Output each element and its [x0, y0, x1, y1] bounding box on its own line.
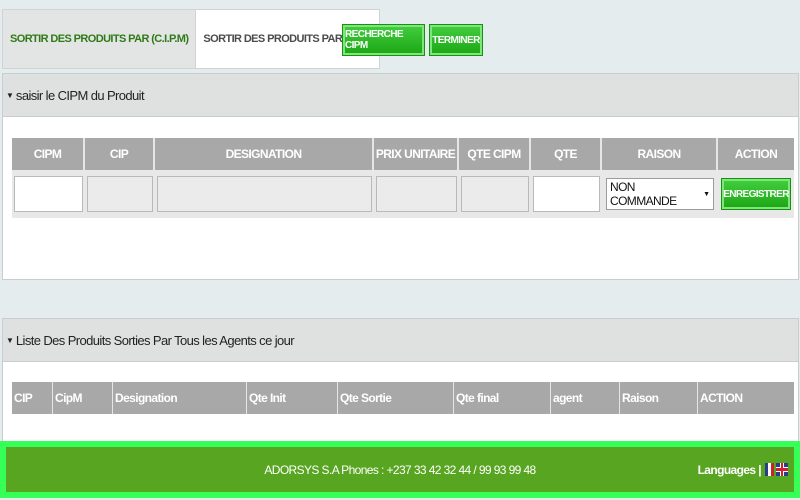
- col-raison: Raison: [620, 382, 698, 414]
- saisie-table: CIPM CIP DESIGNATION PRIX UNITAIRE QTE C…: [12, 138, 794, 218]
- qte-input[interactable]: [533, 176, 600, 212]
- saisie-input-row: NON COMMANDE ▼ ENREGISTRER: [12, 170, 794, 218]
- prix-unitaire-field: [376, 176, 457, 212]
- col-action: ACTION: [700, 391, 743, 405]
- footer: ADORSYS S.A Phones : +237 33 42 32 44 / …: [0, 441, 800, 498]
- col-agent: agent: [551, 382, 620, 414]
- col-qte-init: Qte Init: [247, 382, 338, 414]
- liste-panel: ▼ Liste Des Produits Sorties Par Tous le…: [2, 318, 799, 445]
- col-qte-cipm: QTE CIPM: [459, 138, 531, 170]
- col-prix-unitaire: PRIX UNITAIRE: [374, 138, 459, 170]
- col-qte: QTE: [531, 138, 602, 170]
- col-cipm: CipM: [53, 382, 113, 414]
- saisie-panel-header[interactable]: ▼ saisir le CIPM du Produit: [3, 74, 798, 117]
- col-designation: Designation: [113, 382, 247, 414]
- col-cip: CIP: [12, 382, 53, 414]
- cip-field: [87, 176, 153, 212]
- liste-panel-header[interactable]: ▼ Liste Des Produits Sorties Par Tous le…: [3, 319, 798, 362]
- designation-field: [157, 176, 372, 212]
- tab-bar: SORTIR DES PRODUITS PAR (C.I.P.M) SORTIR…: [2, 9, 381, 69]
- col-qte-final: Qte final: [454, 382, 551, 414]
- raison-select[interactable]: NON COMMANDE ▼: [606, 178, 714, 210]
- col-cipm: CIPM: [12, 138, 85, 170]
- tab-sortir-cipm[interactable]: SORTIR DES PRODUITS PAR (C.I.P.M): [2, 9, 196, 69]
- cipm-input[interactable]: [14, 176, 83, 212]
- raison-selected-value: NON COMMANDE: [610, 180, 677, 208]
- col-cip: CIP: [85, 138, 155, 170]
- terminer-button[interactable]: TERMINER: [429, 24, 483, 56]
- col-designation: DESIGNATION: [155, 138, 374, 170]
- footer-bar: ADORSYS S.A Phones : +237 33 42 32 44 / …: [6, 447, 794, 492]
- collapse-caret-icon: ▼: [6, 335, 14, 345]
- dropdown-arrow-icon: ▼: [703, 190, 710, 198]
- saisie-panel: ▼ saisir le CIPM du Produit CIPM CIP DES…: [2, 73, 799, 280]
- col-qte-sortie: Qte Sortie: [338, 382, 454, 414]
- saisie-table-header: CIPM CIP DESIGNATION PRIX UNITAIRE QTE C…: [12, 138, 794, 170]
- liste-table-header: CIP CipM Designation Qte Init Qte Sortie…: [12, 382, 794, 414]
- liste-panel-title: Liste Des Produits Sorties Par Tous les …: [15, 332, 295, 348]
- languages-label: Languages |: [697, 462, 762, 477]
- footer-contact-text: ADORSYS S.A Phones : +237 33 42 32 44 / …: [264, 462, 536, 477]
- col-raison: RAISON: [602, 138, 718, 170]
- flag-fr-icon[interactable]: [765, 463, 774, 476]
- qte-cipm-field: [461, 176, 529, 212]
- saisie-panel-title: saisir le CIPM du Produit: [15, 87, 145, 103]
- recherche-cipm-button[interactable]: RECHERCHE CIPM: [342, 24, 425, 56]
- language-switcher: Languages |: [698, 447, 788, 492]
- collapse-caret-icon: ▼: [6, 90, 14, 100]
- enregistrer-button[interactable]: ENREGISTRER: [721, 178, 791, 210]
- flag-uk-icon[interactable]: [776, 463, 788, 476]
- col-action: ACTION: [734, 147, 778, 161]
